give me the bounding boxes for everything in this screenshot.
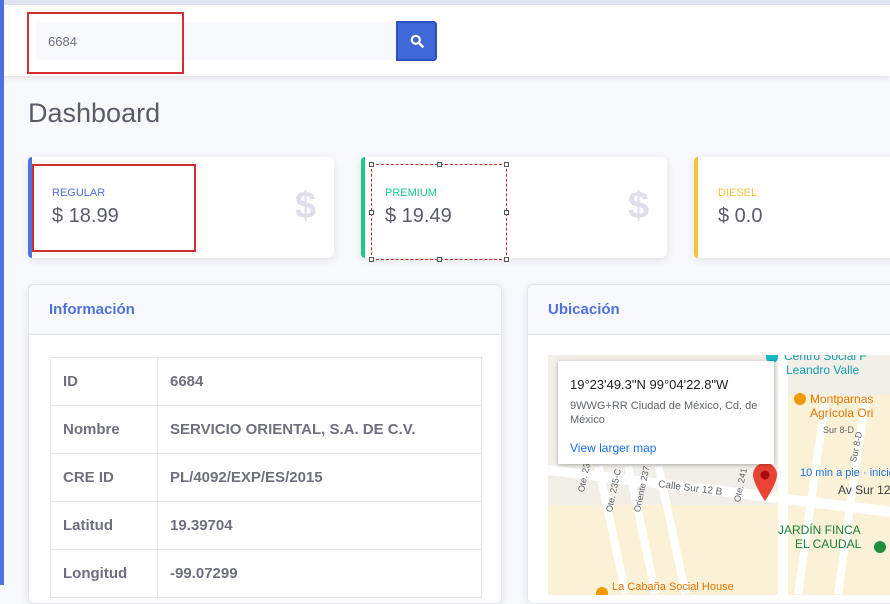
table-row: ID 6684 xyxy=(50,357,482,406)
card-value: $ 0.0 xyxy=(718,205,763,227)
card-label: REGULAR xyxy=(52,187,106,199)
map-label: Sur 8-D xyxy=(823,425,855,435)
resize-handle[interactable] xyxy=(437,257,442,262)
sidebar-accent xyxy=(0,0,4,585)
map-panel-title: Ubicación xyxy=(528,285,890,335)
map-panel: Ubicación Centro Social F Leandro Valle … xyxy=(527,284,890,604)
coords-text: 19°23'49.3"N 99°04'22.8"W xyxy=(570,377,729,392)
row-value: -99.07299 xyxy=(157,549,482,598)
map-label: Agrícola Ori xyxy=(810,406,874,420)
page-title: Dashboard xyxy=(28,98,161,128)
map-road xyxy=(778,355,788,595)
map-pin-icon[interactable] xyxy=(753,463,777,501)
card-stripe xyxy=(361,157,365,258)
row-key: CRE ID xyxy=(50,453,158,502)
row-key: Latitud xyxy=(50,501,158,550)
search-input[interactable] xyxy=(36,22,398,60)
resize-handle[interactable] xyxy=(504,210,509,215)
address-text: 9WWG+RR Ciudad de México, Cd. de México xyxy=(570,400,758,426)
search-button[interactable] xyxy=(396,21,437,61)
map-info-card: 19°23'49.3"N 99°04'22.8"W 9WWG+RR Ciudad… xyxy=(558,361,774,464)
table-row: Longitud -99.07299 xyxy=(50,549,482,598)
resize-handle[interactable] xyxy=(504,257,509,262)
row-value: 19.39704 xyxy=(157,501,482,550)
selection-box-premium[interactable] xyxy=(369,162,509,262)
resize-handle[interactable] xyxy=(504,162,509,167)
map-label: La Cabaña Social House xyxy=(612,581,734,593)
map-label: EL CAUDAL xyxy=(795,537,862,551)
map-label: Montparnas xyxy=(810,392,874,406)
resize-handle[interactable] xyxy=(437,162,442,167)
card-diesel: DIESEL $ 0.0 xyxy=(694,157,890,258)
restaurant-icon[interactable] xyxy=(596,587,608,595)
table-row: CRE ID PL/4092/EXP/ES/2015 xyxy=(50,453,482,502)
view-larger-map-link[interactable]: View larger map xyxy=(570,441,656,455)
info-table: ID 6684 Nombre SERVICIO ORIENTAL, S.A. D… xyxy=(50,357,482,598)
embedded-map[interactable]: Centro Social F Leandro Valle Montparnas… xyxy=(548,355,890,595)
restaurant-icon[interactable] xyxy=(794,393,806,405)
resize-handle[interactable] xyxy=(369,210,374,215)
card-stripe xyxy=(28,157,32,258)
dollar-icon: $ xyxy=(294,185,316,227)
park-icon[interactable] xyxy=(874,541,886,553)
card-label: DIESEL xyxy=(718,187,758,199)
map-label: JARDÍN FINCA xyxy=(778,523,861,537)
table-row: Nombre SERVICIO ORIENTAL, S.A. DE C.V. xyxy=(50,405,482,454)
map-label: Centro Social F xyxy=(784,355,867,363)
map-label: 10 min a pie · inicio xyxy=(800,467,890,479)
info-panel-title: Información xyxy=(29,285,501,335)
resize-handle[interactable] xyxy=(369,162,374,167)
card-regular: REGULAR $ 18.99 $ xyxy=(28,157,334,258)
card-value: $ 18.99 xyxy=(52,205,119,227)
row-key: Nombre xyxy=(50,405,158,454)
row-value: 6684 xyxy=(157,357,482,406)
row-key: Longitud xyxy=(50,549,158,598)
resize-handle[interactable] xyxy=(369,257,374,262)
table-row: Latitud 19.39704 xyxy=(50,501,482,550)
row-value: PL/4092/EXP/ES/2015 xyxy=(157,453,482,502)
row-value: SERVICIO ORIENTAL, S.A. DE C.V. xyxy=(157,405,482,454)
search-icon xyxy=(410,34,424,48)
dollar-icon: $ xyxy=(627,185,649,227)
topbar xyxy=(4,5,890,76)
map-label: Av Sur 12 xyxy=(838,483,890,497)
row-key: ID xyxy=(50,357,158,406)
info-panel: Información ID 6684 Nombre SERVICIO ORIE… xyxy=(28,284,502,604)
map-label: Leandro Valle xyxy=(786,363,860,377)
card-stripe xyxy=(694,157,698,258)
